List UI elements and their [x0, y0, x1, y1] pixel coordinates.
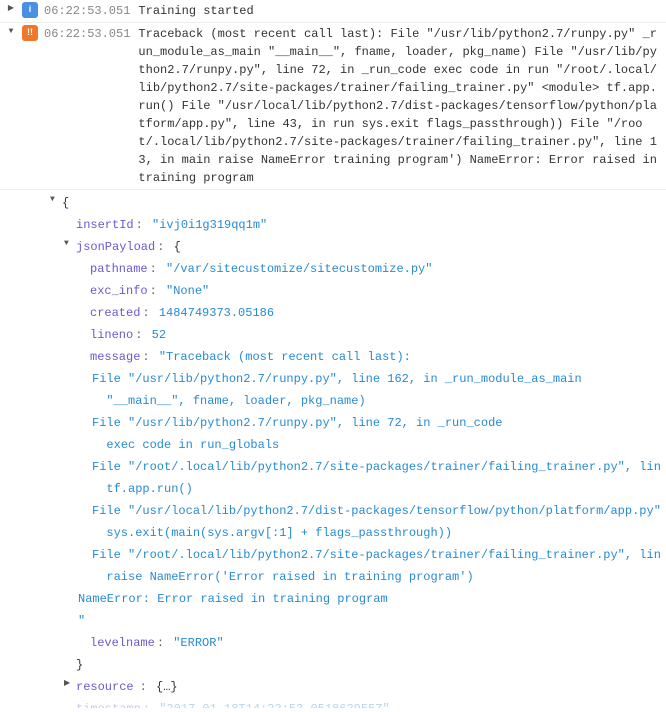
json-entry-created[interactable]: created: 1484749373.05186 — [50, 302, 666, 324]
brace: { — [174, 240, 181, 254]
json-value: "2017-01-18T14:22:53.051862955Z" — [159, 702, 389, 708]
json-value: 1484749373.05186 — [159, 306, 274, 320]
json-msg-line: raise NameError('Error raised in trainin… — [50, 566, 666, 588]
json-entry-exc-info[interactable]: exc_info: "None" — [50, 280, 666, 302]
log-row[interactable]: ▼ !! 06:22:53.051 Traceback (most recent… — [0, 22, 666, 189]
json-entry-jsonPayload[interactable]: ▼ jsonPayload: { — [50, 236, 666, 258]
json-msg-line: tf.app.run() — [50, 478, 666, 500]
json-msg-line: exec code in run_globals — [50, 434, 666, 456]
json-value: ivj0i1g319qq1m — [159, 218, 260, 232]
brace: { — [62, 194, 69, 212]
json-msg-line: File "/usr/lib/python2.7/runpy.py", line… — [50, 368, 666, 390]
json-entry-pathname[interactable]: pathname: "/var/sitecustomize/sitecustom… — [50, 258, 666, 280]
triangle-down-icon[interactable]: ▼ — [64, 238, 76, 250]
log-timestamp: 06:22:53.051 — [44, 2, 130, 20]
severity-badge-error: !! — [22, 25, 38, 41]
json-msg-line: NameError: Error raised in training prog… — [50, 588, 666, 610]
json-entry-resource[interactable]: ▶ resource: {…} — [50, 676, 666, 698]
json-entry-timestamp[interactable]: timestamp: "2017-01-18T14:22:53.05186295… — [50, 698, 666, 708]
json-msg-line: File "/usr/lib/python2.7/runpy.py", line… — [50, 412, 666, 434]
json-value: {…} — [156, 680, 178, 694]
json-value: "Traceback (most recent call last): — [159, 350, 411, 364]
json-entry-lineno[interactable]: lineno: 52 — [50, 324, 666, 346]
severity-badge-info: i — [22, 2, 38, 18]
json-entry-message[interactable]: message: "Traceback (most recent call la… — [50, 346, 666, 368]
json-msg-line: File "/root/.local/lib/python2.7/site-pa… — [50, 544, 666, 566]
json-value: 52 — [152, 328, 166, 342]
json-value: /var/sitecustomize/sitecustomize.py — [173, 262, 425, 276]
json-brace-close: } — [50, 654, 666, 676]
json-expanded-pane: ▼ { insertId: "ivj0i1g319qq1m" ▼ jsonPay… — [0, 189, 666, 712]
json-value: ERROR — [180, 636, 216, 650]
json-msg-line: File "/usr/local/lib/python2.7/dist-pack… — [50, 500, 666, 522]
json-msg-line: File "/root/.local/lib/python2.7/site-pa… — [50, 456, 666, 478]
log-summary: Traceback (most recent call last): File … — [138, 25, 660, 187]
json-brace-open[interactable]: ▼ { — [50, 192, 666, 214]
triangle-down-icon[interactable]: ▼ — [6, 26, 16, 38]
log-summary: Training started — [138, 2, 660, 20]
triangle-right-icon[interactable]: ▶ — [6, 3, 16, 15]
json-value: None — [173, 284, 202, 298]
triangle-down-icon[interactable]: ▼ — [50, 194, 62, 206]
json-msg-line: sys.exit(main(sys.argv[:1] + flags_passt… — [50, 522, 666, 544]
json-entry-levelname[interactable]: levelname: "ERROR" — [50, 632, 666, 654]
log-timestamp: 06:22:53.051 — [44, 25, 130, 43]
json-msg-line: " — [50, 610, 666, 632]
json-entry-insertId[interactable]: insertId: "ivj0i1g319qq1m" — [50, 214, 666, 236]
json-msg-line: "__main__", fname, loader, pkg_name) — [50, 390, 666, 412]
log-row[interactable]: ▶ i 06:22:53.051 Training started — [0, 0, 666, 22]
triangle-right-icon[interactable]: ▶ — [64, 678, 76, 690]
